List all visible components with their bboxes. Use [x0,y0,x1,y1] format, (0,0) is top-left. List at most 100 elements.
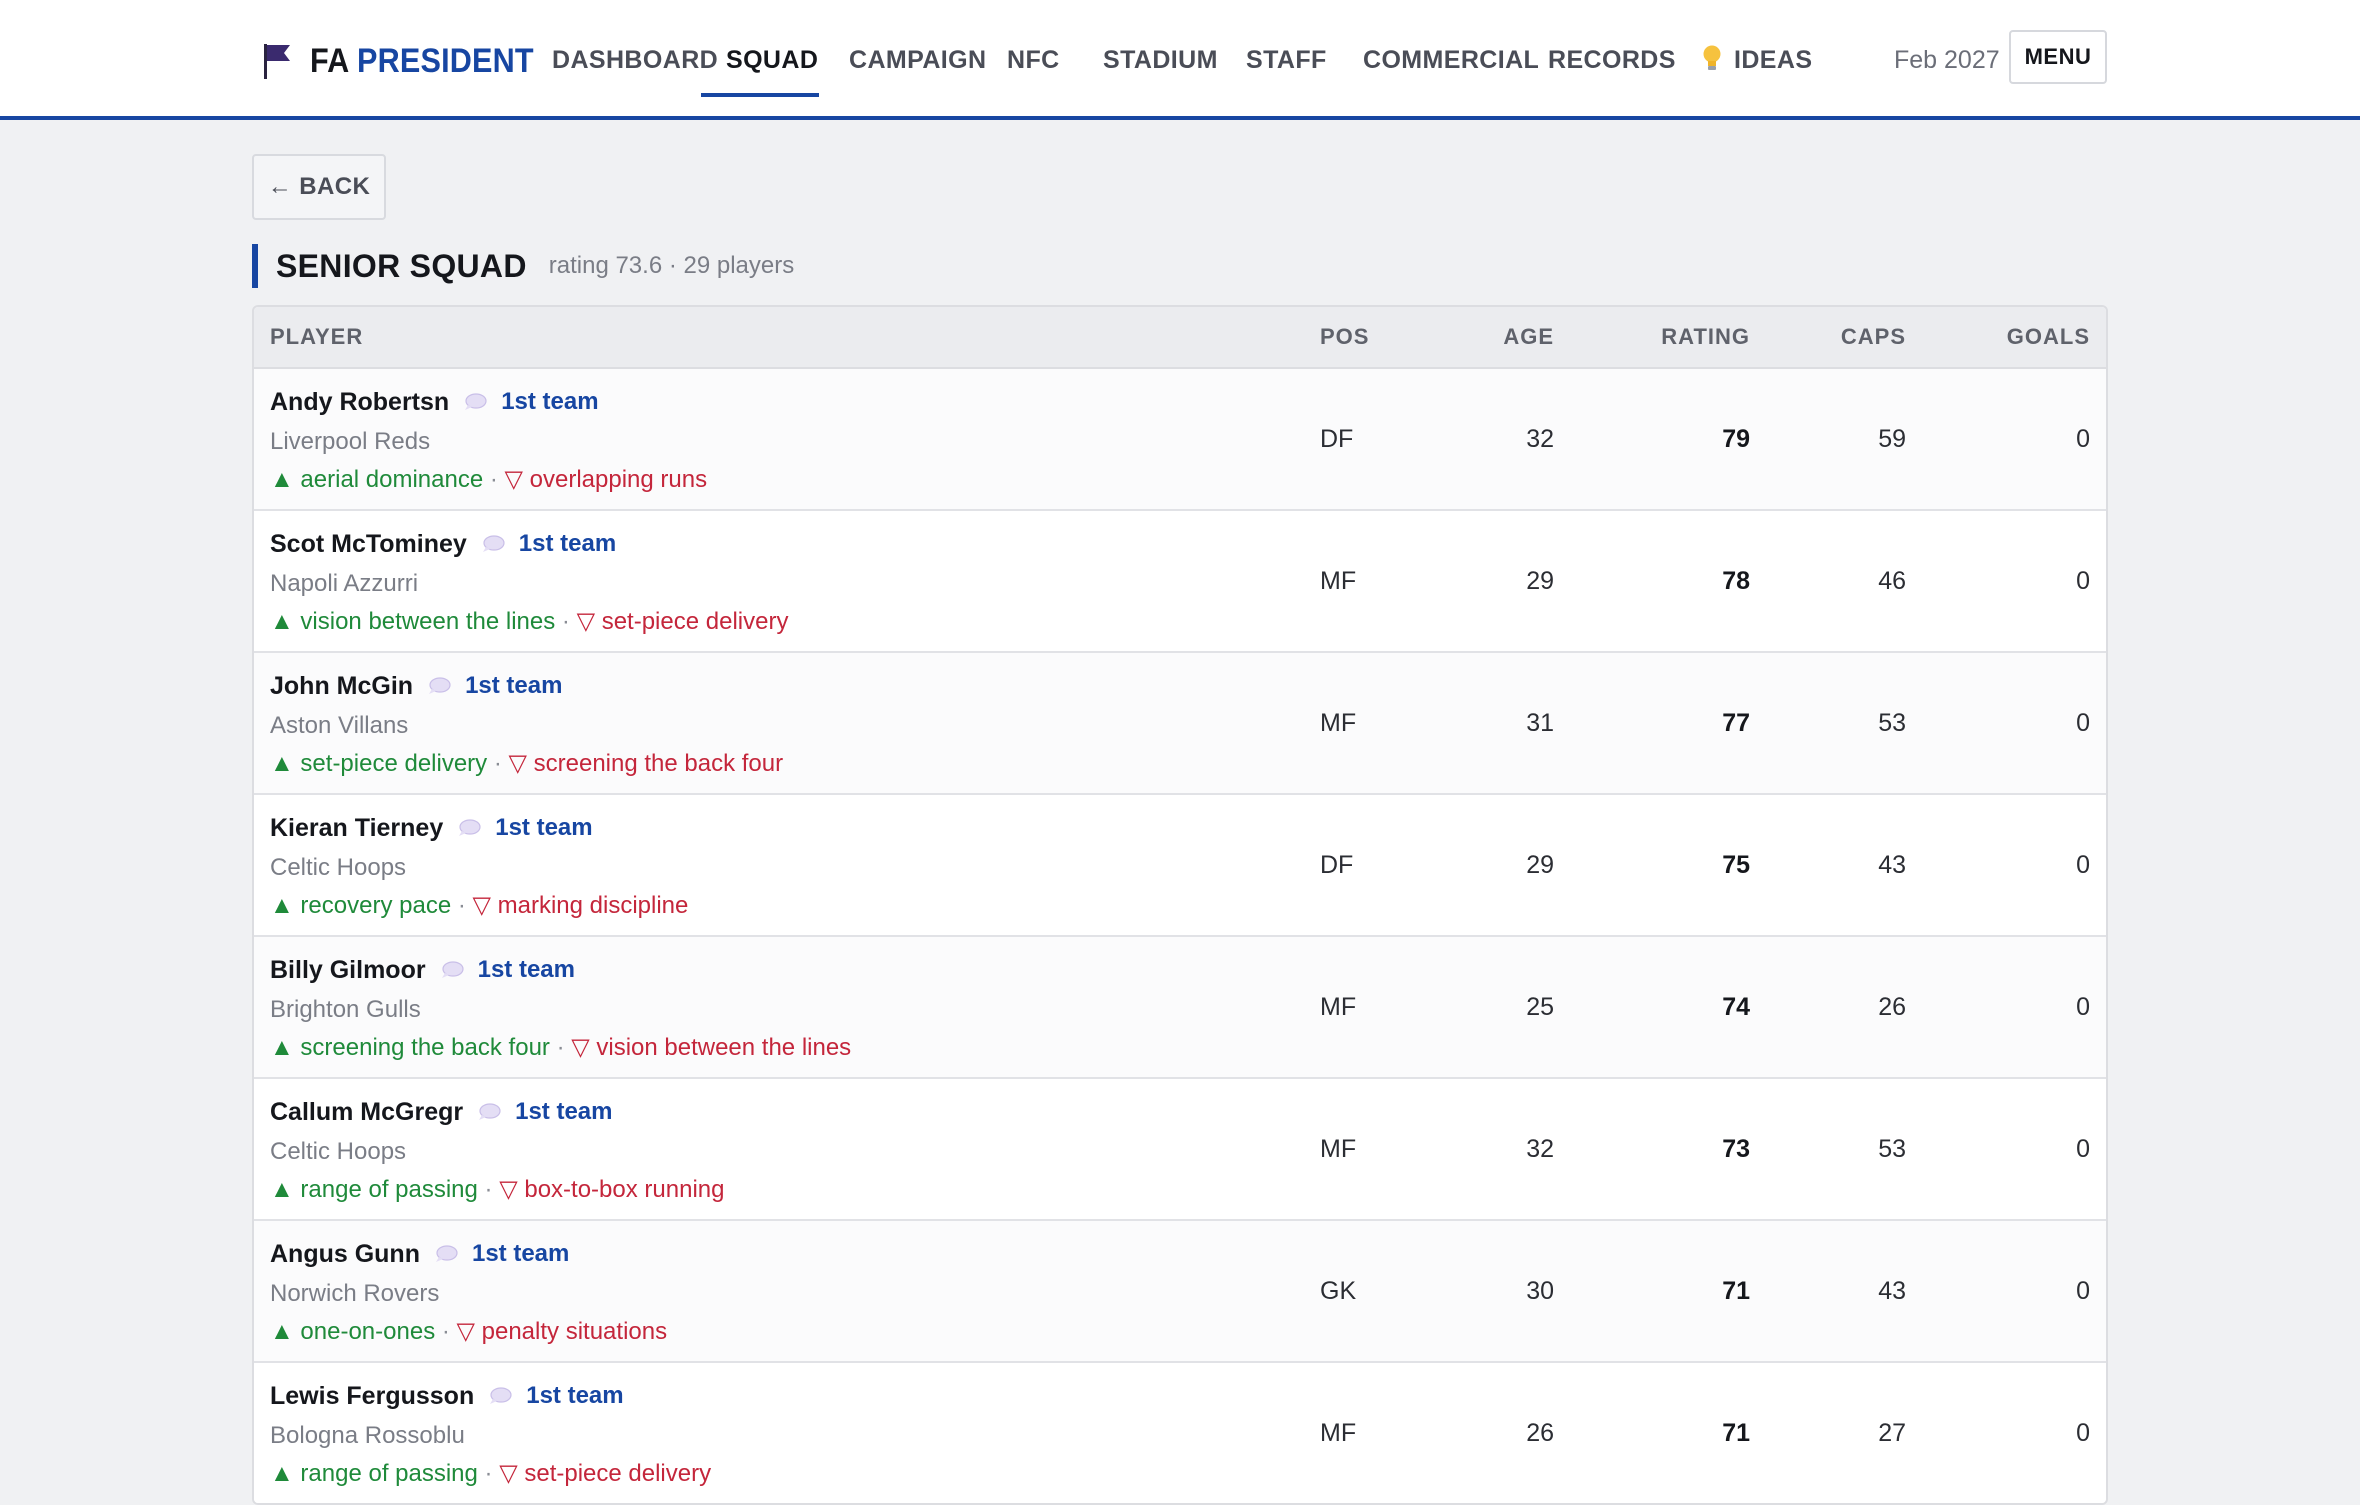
menu-button[interactable]: MENU [2009,30,2107,84]
trait-separator: · [487,750,509,777]
player-name[interactable]: Angus Gunn [270,1240,420,1269]
game-date: Feb 2027 [1894,46,2000,74]
squad-status-tag[interactable]: 1st team [526,1382,623,1410]
speech-bubble-icon[interactable] [427,676,451,696]
caps-cell: 27 [1878,1419,1906,1447]
player-traits: ▲ aerial dominance · ▽ overlapping runs [270,463,707,497]
caps-cell: 46 [1878,567,1906,595]
lightbulb-icon [1700,40,1724,80]
squad-status-tag[interactable]: 1st team [515,1098,612,1126]
goals-cell: 0 [2076,1419,2090,1447]
speech-bubble-icon[interactable] [434,1244,458,1264]
rating-cell: 71 [1722,1277,1750,1305]
strength-trait: ▲ vision between the lines [270,608,556,635]
player-name[interactable]: Callum McGregr [270,1098,463,1127]
back-button[interactable]: ← BACK [252,154,386,220]
nav-stadium[interactable]: STADIUM [1103,40,1218,80]
table-row[interactable]: Scot McTominey 1st team Napoli Azzurri ▲… [254,511,2106,653]
column-header-age[interactable]: AGE [1503,307,1554,367]
trait-separator: · [435,1318,457,1345]
weakness-trait: ▽ penalty situations [456,1318,668,1345]
section-title: SENIOR SQUAD [276,247,527,284]
player-name[interactable]: Billy Gilmoor [270,956,426,985]
age-cell: 26 [1526,1419,1554,1447]
nav-ideas[interactable]: IDEAS [1700,40,1812,80]
nav-staff[interactable]: STAFF [1246,40,1327,80]
player-name[interactable]: Scot McTominey [270,530,467,559]
rating-cell: 77 [1722,709,1750,737]
player-name-line: Kieran Tierney 1st team [270,811,593,845]
player-traits: ▲ range of passing · ▽ box-to-box runnin… [270,1173,724,1207]
player-name-line: Billy Gilmoor 1st team [270,953,575,987]
nav-records[interactable]: RECORDS [1548,40,1676,80]
position-cell: MF [1320,709,1357,737]
section-heading: SENIOR SQUAD rating 73.6 · 29 players [252,244,794,288]
column-header-player[interactable]: PLAYER [270,307,363,367]
position-cell: MF [1320,567,1357,595]
brand-logo[interactable]: FA PRESIDENT [262,36,559,86]
table-row[interactable]: Lewis Fergusson 1st team Bologna Rossobl… [254,1363,2106,1503]
player-club: Norwich Rovers [270,1280,440,1307]
nav-ideas-label: IDEAS [1734,46,1813,74]
player-name[interactable]: Lewis Fergusson [270,1382,474,1411]
table-row[interactable]: John McGin 1st team Aston Villans ▲ set-… [254,653,2106,795]
column-header-rating[interactable]: RATING [1661,307,1750,367]
trait-separator: · [477,1176,500,1203]
strength-trait: ▲ recovery pace [270,892,452,919]
speech-bubble-icon[interactable] [440,960,464,980]
weakness-text: overlapping runs [529,466,708,493]
weakness-trait: ▽ marking discipline [472,892,689,919]
rating-cell: 79 [1722,425,1750,453]
player-club: Napoli Azzurri [270,570,419,597]
rating-cell: 71 [1722,1419,1750,1447]
nav-squad[interactable]: SQUAD [726,40,818,80]
player-club: Aston Villans [270,712,409,739]
speech-bubble-icon[interactable] [457,818,481,838]
goals-cell: 0 [2076,1135,2090,1163]
squad-status-tag[interactable]: 1st team [465,672,562,700]
table-row[interactable]: Callum McGregr 1st team Celtic Hoops ▲ r… [254,1079,2106,1221]
age-cell: 32 [1526,425,1554,453]
age-cell: 30 [1526,1277,1554,1305]
strength-text: vision between the lines [300,608,556,635]
goals-cell: 0 [2076,709,2090,737]
caps-cell: 43 [1878,851,1906,879]
squad-table: PLAYER POS AGE RATING CAPS GOALS Andy Ro… [252,305,2108,1505]
player-name[interactable]: John McGin [270,672,413,701]
squad-status-tag[interactable]: 1st team [495,814,592,842]
player-traits: ▲ one-on-ones · ▽ penalty situations [270,1315,667,1349]
brand-name: FA PRESIDENT [310,42,534,81]
player-name-line: John McGin 1st team [270,669,562,703]
nav-campaign[interactable]: CAMPAIGN [849,40,986,80]
table-row[interactable]: Kieran Tierney 1st team Celtic Hoops ▲ r… [254,795,2106,937]
position-cell: GK [1320,1277,1357,1305]
weakness-trait: ▽ screening the back four [508,750,784,777]
squad-status-tag[interactable]: 1st team [472,1240,569,1268]
player-name[interactable]: Kieran Tierney [270,814,443,843]
flag-icon [264,44,290,79]
squad-status-tag[interactable]: 1st team [519,530,616,558]
player-name[interactable]: Andy Robertsn [270,388,449,417]
table-row[interactable]: Billy Gilmoor 1st team Brighton Gulls ▲ … [254,937,2106,1079]
speech-bubble-icon[interactable] [477,1102,501,1122]
column-header-pos[interactable]: POS [1320,307,1369,367]
player-name-line: Lewis Fergusson 1st team [270,1379,624,1413]
player-name-line: Scot McTominey 1st team [270,527,616,561]
squad-status-tag[interactable]: 1st team [478,956,575,984]
speech-bubble-icon[interactable] [463,392,487,412]
strength-text: screening the back four [300,1034,550,1061]
table-row[interactable]: Angus Gunn 1st team Norwich Rovers ▲ one… [254,1221,2106,1363]
player-traits: ▲ recovery pace · ▽ marking discipline [270,889,688,923]
weakness-text: screening the back four [533,750,784,777]
nav-dashboard[interactable]: DASHBOARD [552,40,718,80]
speech-bubble-icon[interactable] [481,534,505,554]
squad-status-tag[interactable]: 1st team [501,388,598,416]
column-header-goals[interactable]: GOALS [2007,307,2090,367]
nav-nfc[interactable]: NFC [1007,40,1060,80]
weakness-trait: ▽ overlapping runs [504,466,708,493]
table-row[interactable]: Andy Robertsn 1st team Liverpool Reds ▲ … [254,369,2106,511]
player-traits: ▲ set-piece delivery · ▽ screening the b… [270,747,783,781]
nav-commercial[interactable]: COMMERCIAL [1363,40,1539,80]
column-header-caps[interactable]: CAPS [1841,307,1906,367]
speech-bubble-icon[interactable] [488,1386,512,1406]
